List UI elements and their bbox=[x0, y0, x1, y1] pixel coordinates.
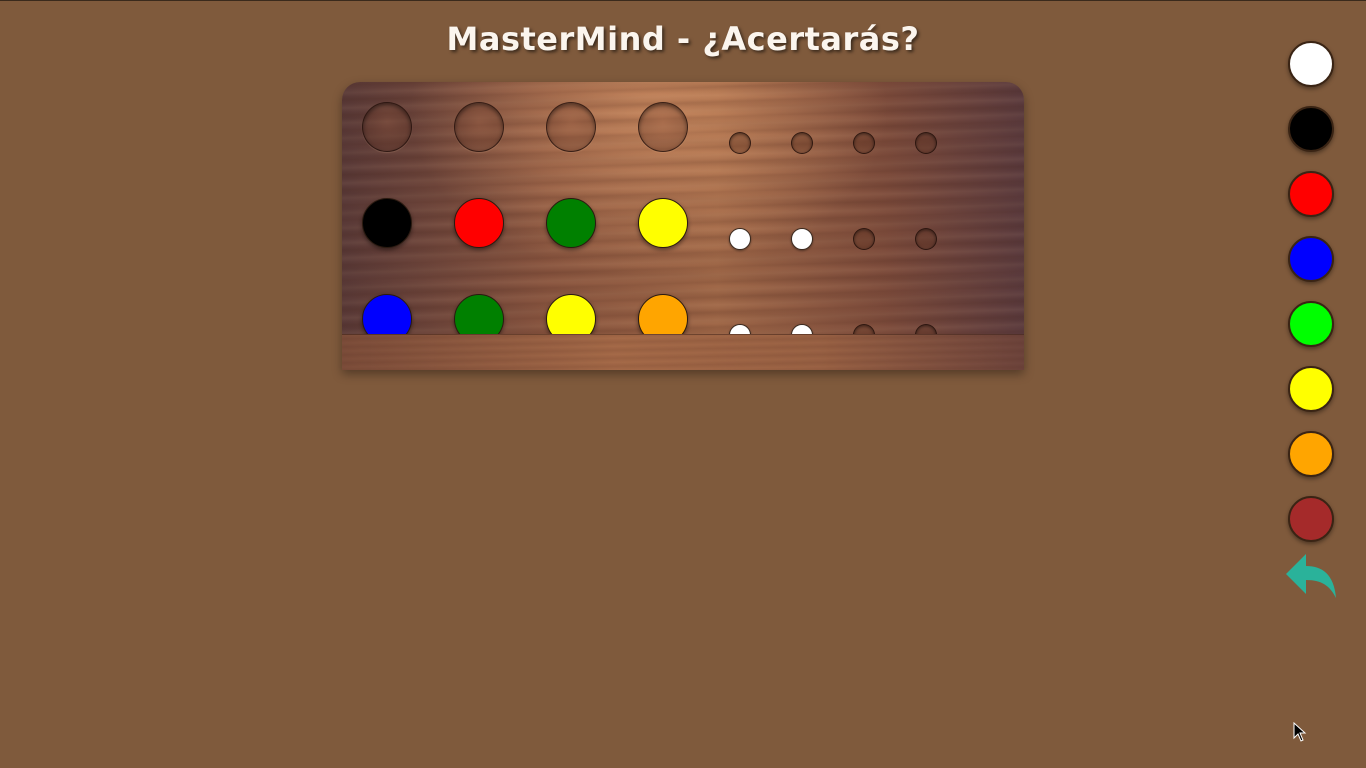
palette-yellow-peg[interactable] bbox=[1288, 366, 1334, 412]
code-peg bbox=[546, 294, 596, 344]
empty-hint-hole bbox=[853, 324, 875, 346]
code-peg bbox=[362, 198, 412, 248]
page-title: MasterMind - ¿Acertarás? bbox=[446, 20, 920, 58]
code-peg bbox=[638, 294, 688, 344]
empty-hint-hole bbox=[853, 228, 875, 250]
empty-peg-hole[interactable] bbox=[638, 102, 688, 152]
empty-hint-hole bbox=[853, 132, 875, 154]
hint-peg bbox=[791, 324, 813, 346]
palette-red-peg[interactable] bbox=[1288, 171, 1334, 217]
hint-peg bbox=[791, 228, 813, 250]
empty-hint-hole bbox=[915, 228, 937, 250]
code-peg bbox=[546, 198, 596, 248]
code-peg bbox=[454, 294, 504, 344]
empty-peg-hole[interactable] bbox=[454, 102, 504, 152]
empty-hint-hole bbox=[915, 324, 937, 346]
code-peg bbox=[638, 198, 688, 248]
mouse-cursor-icon bbox=[1293, 722, 1307, 742]
game-board bbox=[342, 82, 1024, 370]
empty-peg-hole[interactable] bbox=[546, 102, 596, 152]
palette-white-peg[interactable] bbox=[1288, 41, 1334, 87]
empty-peg-hole[interactable] bbox=[362, 102, 412, 152]
empty-hint-hole bbox=[915, 132, 937, 154]
empty-hint-hole bbox=[729, 132, 751, 154]
undo-arrow-icon[interactable] bbox=[1284, 552, 1338, 600]
palette-orange-peg[interactable] bbox=[1288, 431, 1334, 477]
code-peg bbox=[362, 294, 412, 344]
code-peg bbox=[454, 198, 504, 248]
empty-hint-hole bbox=[791, 132, 813, 154]
palette-black-peg[interactable] bbox=[1288, 106, 1334, 152]
top-border bbox=[0, 0, 1366, 1]
palette-blue-peg[interactable] bbox=[1288, 236, 1334, 282]
hint-peg bbox=[729, 324, 751, 346]
palette-green-peg[interactable] bbox=[1288, 301, 1334, 347]
palette-brown-peg[interactable] bbox=[1288, 496, 1334, 542]
hint-peg bbox=[729, 228, 751, 250]
